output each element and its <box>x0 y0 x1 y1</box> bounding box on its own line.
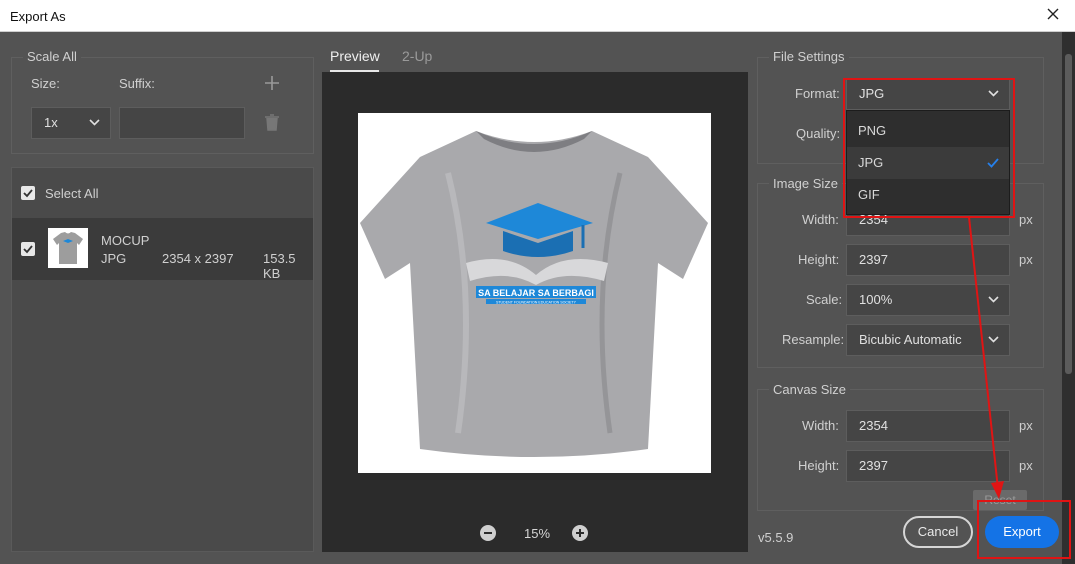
canvas-height-value: 2397 <box>859 458 888 473</box>
export-highlight-box <box>977 500 1071 559</box>
suffix-input[interactable] <box>119 107 245 139</box>
image-width-label: Width: <box>802 212 839 227</box>
file-thumbnail <box>48 228 88 268</box>
window-title: Export As <box>10 9 66 24</box>
format-highlight-box <box>843 78 1015 218</box>
cancel-button[interactable]: Cancel <box>903 516 973 548</box>
checkmark-icon <box>23 189 33 198</box>
tab-preview[interactable]: Preview <box>330 48 380 64</box>
resample-label: Resample: <box>782 332 845 347</box>
scale-size-select[interactable]: 1x <box>31 107 111 139</box>
canvas-height-unit: px <box>1019 458 1033 473</box>
canvas-width-label: Width: <box>802 418 839 433</box>
scale-size-value: 1x <box>44 115 58 130</box>
select-all-label: Select All <box>45 186 99 201</box>
tshirt-thumbnail-icon <box>53 232 83 264</box>
quality-label: Quality: <box>796 126 841 141</box>
file-settings-legend: File Settings <box>769 49 849 64</box>
zoom-out-icon[interactable] <box>479 524 497 542</box>
resample-value: Bicubic Automatic <box>859 332 962 347</box>
select-all-checkbox[interactable] <box>21 186 35 200</box>
logo-text: SA BELAJAR SA BERBAGI <box>478 288 594 298</box>
version-label: v5.5.9 <box>758 530 794 545</box>
zoom-in-icon[interactable] <box>571 524 589 542</box>
file-checkbox[interactable] <box>21 242 35 256</box>
chevron-down-icon <box>89 119 100 126</box>
window-titlebar: Export As <box>0 0 1075 32</box>
scrollbar-thumb[interactable] <box>1065 54 1072 374</box>
scale-all-group <box>11 57 314 154</box>
close-icon[interactable] <box>1045 6 1061 22</box>
file-dimensions: 2354 x 2397 <box>162 251 234 266</box>
image-width-unit: px <box>1019 212 1033 227</box>
file-format: JPG <box>101 251 127 266</box>
checkmark-icon <box>23 245 33 254</box>
zoom-level: 15% <box>524 526 551 541</box>
file-name: MOCUP <box>101 233 150 248</box>
scale-value: 100% <box>859 292 893 307</box>
annotation-arrow <box>968 216 1004 499</box>
add-icon[interactable] <box>265 76 279 90</box>
scrollbar[interactable] <box>1062 32 1075 564</box>
image-height-label: Height: <box>798 252 840 267</box>
preview-image: SA BELAJAR SA BERBAGI STUDENT FOUNDATION… <box>358 113 711 473</box>
size-label: Size: <box>31 76 60 91</box>
trash-icon[interactable] <box>264 114 280 131</box>
format-label: Format: <box>795 86 840 101</box>
image-size-legend: Image Size <box>769 176 843 191</box>
file-size: 153.5 KB <box>263 251 296 281</box>
tshirt-mockup-image: SA BELAJAR SA BERBAGI STUDENT FOUNDATION… <box>360 131 708 457</box>
canvas-size-legend: Canvas Size <box>769 382 850 397</box>
suffix-label: Suffix: <box>119 76 155 91</box>
image-height-value: 2397 <box>859 252 888 267</box>
scale-all-legend: Scale All <box>23 49 81 64</box>
scale-label: Scale: <box>806 292 843 307</box>
logo-subtext: STUDENT FOUNDATION EDUCATION SOCIETY <box>496 301 577 305</box>
canvas-width-value: 2354 <box>859 418 888 433</box>
canvas-width-unit: px <box>1019 418 1033 433</box>
canvas-height-label: Height: <box>798 458 840 473</box>
tab-2up[interactable]: 2-Up <box>402 48 432 64</box>
file-row[interactable]: MOCUP JPG 2354 x 2397 153.5 KB <box>12 218 313 281</box>
image-height-unit: px <box>1019 252 1033 267</box>
